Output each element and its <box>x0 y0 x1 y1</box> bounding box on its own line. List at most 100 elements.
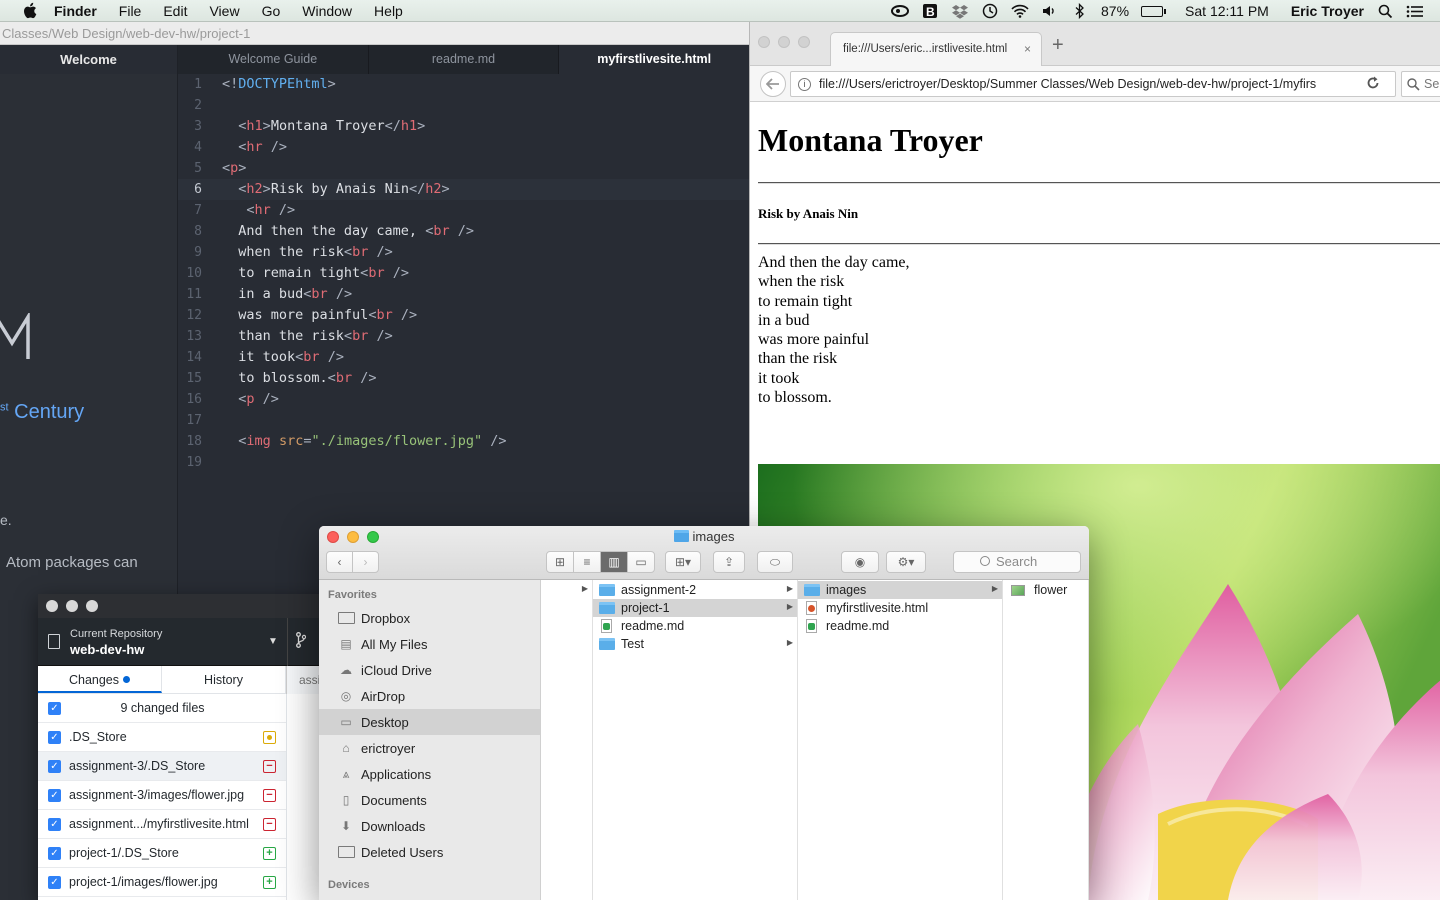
share-button[interactable]: ⇪ <box>713 551 745 573</box>
menu-help[interactable]: Help <box>374 3 403 19</box>
info-icon[interactable]: i <box>798 78 811 91</box>
code-line[interactable]: 15 to blossom.<br /> <box>178 368 750 389</box>
changed-file-row[interactable]: ✓ assignment-3/images/flower.jpg − <box>38 781 286 810</box>
sidebar-item-airdrop[interactable]: ◎ AirDrop <box>319 683 540 709</box>
sidebar-item-documents[interactable]: ▯ Documents <box>319 787 540 813</box>
dropbox-icon[interactable] <box>951 3 969 19</box>
finder-item[interactable]: readme.md <box>798 617 1002 635</box>
menu-file[interactable]: File <box>119 3 142 19</box>
back-button[interactable]: ‹ <box>326 551 353 573</box>
branch-icon[interactable] <box>296 632 306 648</box>
code-line[interactable]: 2 <box>178 95 750 116</box>
column-view-button[interactable]: ▥ <box>600 551 628 573</box>
sidebar-item-deleted-users[interactable]: Deleted Users <box>319 839 540 865</box>
back-button[interactable] <box>760 71 786 97</box>
finder-item[interactable]: project-1 ▶ <box>593 599 797 617</box>
changed-file-row[interactable]: ✓ .DS_Store <box>38 723 286 752</box>
atom-title-bar[interactable]: Classes/Web Design/web-dev-hw/project-1 <box>0 22 750 45</box>
list-view-button[interactable]: ≡ <box>573 551 601 573</box>
code-line[interactable]: 8 And then the day came, <br /> <box>178 221 750 242</box>
clock[interactable]: Sat 12:11 PM <box>1185 3 1269 19</box>
forward-button[interactable]: › <box>352 551 379 573</box>
code-line[interactable]: 14 it took<br /> <box>178 347 750 368</box>
file-checkbox[interactable]: ✓ <box>48 759 61 773</box>
finder-item[interactable]: readme.md <box>593 617 797 635</box>
wifi-icon[interactable] <box>1011 3 1029 19</box>
select-all-checkbox[interactable]: ✓ <box>48 701 61 715</box>
tab-welcome[interactable]: Welcome <box>0 45 177 74</box>
browser-search-box[interactable]: Se <box>1401 71 1440 97</box>
menu-view[interactable]: View <box>209 3 239 19</box>
tags-button[interactable]: ⬭ <box>757 551 793 573</box>
apple-menu-icon[interactable] <box>20 2 38 20</box>
time-machine-icon[interactable] <box>981 3 999 19</box>
spotlight-icon[interactable] <box>1376 3 1394 19</box>
minimize-window-icon[interactable] <box>778 36 790 48</box>
finder-search-field[interactable]: Search <box>953 551 1081 573</box>
code-line[interactable]: 13 than the risk<br /> <box>178 326 750 347</box>
current-repository-selector[interactable]: Current Repository web-dev-hw ▼ <box>38 618 338 666</box>
volume-icon[interactable] <box>1041 3 1059 19</box>
user-name[interactable]: Eric Troyer <box>1291 3 1364 19</box>
zoom-window-icon[interactable] <box>86 600 98 612</box>
code-line[interactable]: 3 <h1>Montana Troyer</h1> <box>178 116 750 137</box>
code-line[interactable]: 19 <box>178 452 750 473</box>
tab-history[interactable]: History <box>162 666 286 693</box>
notification-center-icon[interactable] <box>1406 3 1424 19</box>
sidebar-item-dropbox[interactable]: Dropbox <box>319 605 540 631</box>
sidebar-item-applications[interactable]: ⩓ Applications <box>319 761 540 787</box>
changed-file-row[interactable]: ✓ assignment.../myfirstlivesite.html − <box>38 810 286 839</box>
file-checkbox[interactable]: ✓ <box>48 788 61 802</box>
arrange-button[interactable]: ⊞▾ <box>665 551 701 573</box>
code-line[interactable]: 1 <!DOCTYPEhtml> <box>178 74 750 95</box>
code-line[interactable]: 4 <hr /> <box>178 137 750 158</box>
changed-file-row[interactable]: ✓ project-1/images/flower.jpg + <box>38 868 286 897</box>
url-bar[interactable]: i file:///Users/erictroyer/Desktop/Summe… <box>790 71 1396 97</box>
code-line[interactable]: 5 <p> <box>178 158 750 179</box>
code-line[interactable]: 18 <img src="./images/flower.jpg" /> <box>178 431 750 452</box>
battery-icon[interactable] <box>1141 5 1167 17</box>
icon-view-button[interactable]: ⊞ <box>546 551 574 573</box>
menu-app-name[interactable]: Finder <box>54 3 97 19</box>
code-line[interactable]: 16 <p /> <box>178 389 750 410</box>
finder-item[interactable]: myfirstlivesite.html <box>798 599 1002 617</box>
file-checkbox[interactable]: ✓ <box>48 817 61 831</box>
file-checkbox[interactable]: ✓ <box>48 730 61 744</box>
close-window-icon[interactable] <box>46 600 58 612</box>
sidebar-item-icloud-drive[interactable]: ☁ iCloud Drive <box>319 657 540 683</box>
column-row[interactable]: ▶ <box>541 581 592 599</box>
menu-window[interactable]: Window <box>302 3 352 19</box>
bbedit-icon[interactable]: B <box>921 3 939 19</box>
close-window-icon[interactable] <box>758 36 770 48</box>
action-button[interactable]: ⚙▾ <box>886 551 926 573</box>
tab-welcome-guide[interactable]: Welcome Guide <box>178 45 369 74</box>
code-line[interactable]: 12 was more painful<br /> <box>178 305 750 326</box>
minimize-window-icon[interactable] <box>66 600 78 612</box>
bluetooth-icon[interactable] <box>1071 3 1089 19</box>
quick-look-button[interactable]: ◉ <box>841 551 879 573</box>
file-checkbox[interactable]: ✓ <box>48 875 61 889</box>
changed-file-row[interactable]: ✓ project-1/.DS_Store + <box>38 839 286 868</box>
tab-myfirstlivesite[interactable]: myfirstlivesite.html <box>559 45 751 74</box>
zoom-window-icon[interactable] <box>798 36 810 48</box>
close-tab-icon[interactable]: × <box>1024 33 1031 65</box>
code-line[interactable]: 17 <box>178 410 750 431</box>
finder-item[interactable]: Test ▶ <box>593 635 797 653</box>
creative-cloud-icon[interactable] <box>891 3 910 19</box>
menu-edit[interactable]: Edit <box>163 3 187 19</box>
file-checkbox[interactable]: ✓ <box>48 846 61 860</box>
code-line[interactable]: 10 to remain tight<br /> <box>178 263 750 284</box>
sidebar-item-desktop[interactable]: ▭ Desktop <box>319 709 540 735</box>
new-tab-button[interactable]: + <box>1052 34 1064 57</box>
tab-readme[interactable]: readme.md <box>369 45 560 74</box>
code-line[interactable]: 9 when the risk<br /> <box>178 242 750 263</box>
finder-item[interactable]: assignment-2 ▶ <box>593 581 797 599</box>
cover-flow-button[interactable]: ▭ <box>627 551 655 573</box>
sidebar-item-erictroyer[interactable]: ⌂ erictroyer <box>319 735 540 761</box>
tab-changes[interactable]: Changes <box>38 666 162 693</box>
sidebar-item-all-my-files[interactable]: ▤ All My Files <box>319 631 540 657</box>
finder-item[interactable]: images ▶ <box>798 581 1002 599</box>
code-line[interactable]: 6 <h2>Risk by Anais Nin</h2> <box>178 179 750 200</box>
finder-item[interactable]: flower <box>1003 581 1088 599</box>
code-line[interactable]: 7 <hr /> <box>178 200 750 221</box>
